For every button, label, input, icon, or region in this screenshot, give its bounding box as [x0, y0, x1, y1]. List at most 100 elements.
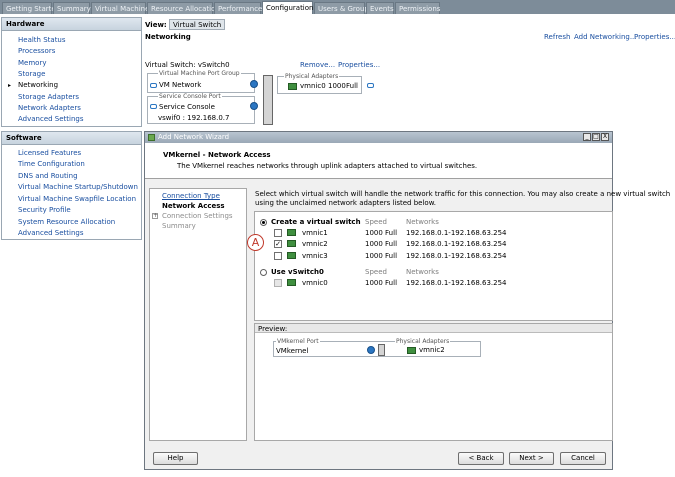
tab-configuration[interactable]: Configuration — [262, 1, 313, 14]
sw-system-resource[interactable]: System Resource Allocation — [18, 218, 115, 226]
preview-phys-label: Physical Adapters — [395, 338, 451, 345]
col-networks-create: Networks — [406, 218, 439, 226]
sc-comment-icon — [150, 104, 157, 109]
vswitch-label: Virtual Switch: vSwitch0 — [145, 61, 230, 69]
instructions-line2: using the unclaimed network adapters lis… — [255, 199, 437, 207]
sw-licensed-features[interactable]: Licensed Features — [18, 149, 81, 157]
add-networking-link[interactable]: Add Networking... — [574, 33, 637, 41]
create-vswitch-label[interactable]: Create a virtual switch — [271, 218, 361, 226]
tab-permissions[interactable]: Permissions — [395, 2, 440, 14]
vmnic2-icon — [287, 240, 296, 247]
wizard-header-sub: The VMkernel reaches networks through up… — [177, 162, 478, 170]
vswitch-bar — [263, 75, 273, 125]
help-button[interactable]: Help — [153, 452, 198, 465]
software-title: Software — [2, 132, 141, 145]
vm-port-group-box[interactable]: Virtual Machine Port Group VM Network — [147, 70, 258, 93]
refresh-link[interactable]: Refresh — [544, 33, 570, 41]
view-label: View: — [145, 21, 167, 29]
col-speed-use: Speed — [365, 268, 387, 276]
col-speed-create: Speed — [365, 218, 387, 226]
hw-health-status[interactable]: Health Status — [18, 36, 66, 44]
close-button[interactable]: X — [601, 133, 609, 141]
preview-vmnic: vmnic2 — [419, 346, 445, 354]
vm-comment-icon — [150, 83, 157, 88]
create-vswitch-radio[interactable] — [260, 219, 267, 226]
vmnic2-speed: 1000 Full — [365, 240, 398, 248]
use-vswitch0-radio[interactable] — [260, 269, 267, 276]
tab-users-groups[interactable]: Users & Groups — [314, 2, 372, 14]
selected-arrow-icon: ▸ — [8, 82, 12, 89]
next-button[interactable]: Next > — [509, 452, 554, 465]
vmnic0-name: vmnic0 — [302, 279, 328, 287]
wizard-header: VMkernel - Network Access The VMkernel r… — [145, 143, 612, 179]
service-console-box[interactable]: Service Console Port Service Console vsw… — [147, 93, 258, 124]
vswif-label: vswif0 : 192.168.0.7 — [158, 114, 230, 122]
adapter-comment-icon — [367, 83, 374, 88]
wizard-steps-panel: Connection Type Network Access + Connect… — [149, 188, 247, 441]
cancel-button[interactable]: Cancel — [560, 452, 606, 465]
wizard-title-bar[interactable]: Add Network Wizard _ □ X — [145, 132, 612, 143]
hardware-title: Hardware — [2, 18, 141, 31]
tab-bar: Getting Started Summary Virtual Machines… — [0, 0, 675, 14]
vmnic0-duplex: Full — [346, 82, 358, 90]
minimize-button[interactable]: _ — [583, 133, 591, 141]
hw-networking[interactable]: Networking — [18, 81, 58, 89]
vm-network-label: VM Network — [159, 81, 202, 89]
sw-time-configuration[interactable]: Time Configuration — [18, 160, 85, 168]
vmnic0-list-speed: 1000 Full — [365, 279, 398, 287]
tab-events[interactable]: Events — [366, 2, 394, 14]
vswitch-properties-link[interactable]: Properties... — [338, 61, 380, 69]
sw-vm-swapfile[interactable]: Virtual Machine Swapfile Location — [18, 195, 136, 203]
use-vswitch0-label[interactable]: Use vSwitch0 — [271, 268, 324, 276]
col-networks-use: Networks — [406, 268, 439, 276]
preview-label: Preview: — [258, 325, 288, 333]
vmnic0-icon — [288, 83, 297, 90]
sw-security-profile[interactable]: Security Profile — [18, 206, 71, 214]
vmnic3-checkbox[interactable] — [274, 252, 282, 260]
sw-vm-startup[interactable]: Virtual Machine Startup/Shutdown — [18, 183, 138, 191]
step-network-access: Network Access — [162, 202, 225, 210]
properties-link-top[interactable]: Properties... — [634, 33, 675, 41]
tab-performance[interactable]: Performance — [214, 2, 262, 14]
vmnic1-speed: 1000 Full — [365, 229, 398, 237]
physical-adapters-box[interactable]: Physical Adapters vmnic0 1000 Full — [277, 73, 362, 94]
view-virtual-switch-button[interactable]: Virtual Switch — [169, 19, 226, 30]
sw-dns-routing[interactable]: DNS and Routing — [18, 172, 78, 180]
sw-advanced-settings[interactable]: Advanced Settings — [18, 229, 84, 237]
tab-getting-started[interactable]: Getting Started — [2, 2, 60, 14]
hw-processors[interactable]: Processors — [18, 47, 55, 55]
preview-port-label: VMkernel Port — [276, 338, 320, 345]
hw-network-adapters[interactable]: Network Adapters — [18, 104, 81, 112]
vmnic2-checkbox[interactable]: ✓ — [274, 240, 282, 248]
expand-plus-icon[interactable]: + — [152, 213, 158, 219]
hw-memory[interactable]: Memory — [18, 59, 46, 67]
step-connection-settings: Connection Settings — [162, 212, 233, 220]
sc-port-label: Service Console Port — [158, 93, 222, 100]
hw-advanced-settings[interactable]: Advanced Settings — [18, 115, 84, 123]
back-button[interactable]: < Back — [458, 452, 504, 465]
tab-virtual-machines[interactable]: Virtual Machines — [91, 2, 153, 14]
vmnic0-label: vmnic0 — [300, 82, 326, 90]
maximize-button[interactable]: □ — [592, 133, 600, 141]
instructions-line1: Select which virtual switch will handle … — [255, 190, 671, 198]
add-network-wizard: Add Network Wizard _ □ X VMkernel - Netw… — [144, 131, 670, 470]
tab-summary[interactable]: Summary — [53, 2, 91, 14]
tab-resource-allocation[interactable]: Resource Allocation — [147, 2, 220, 14]
hw-storage[interactable]: Storage — [18, 70, 45, 78]
networking-title: Networking — [145, 33, 191, 41]
preview-switch-bar — [378, 344, 385, 356]
vmnic3-speed: 1000 Full — [365, 252, 398, 260]
sc-port-globe-icon — [250, 102, 258, 110]
vmnic0-list-icon — [287, 279, 296, 286]
step-connection-type[interactable]: Connection Type — [162, 192, 220, 200]
preview-panel: Preview: VMkernel Port VMkernel Physical… — [254, 323, 613, 441]
vmnic3-icon — [287, 252, 296, 259]
vmnic3-name: vmnic3 — [302, 252, 328, 260]
hw-storage-adapters[interactable]: Storage Adapters — [18, 93, 79, 101]
preview-diagram: VMkernel Port VMkernel Physical Adapters… — [273, 338, 481, 357]
vmnic1-checkbox[interactable] — [274, 229, 282, 237]
remove-link[interactable]: Remove... — [300, 61, 335, 69]
vmnic0-list-networks: 192.168.0.1-192.168.63.254 — [406, 279, 507, 287]
vmnic2-name: vmnic2 — [302, 240, 328, 248]
vswitch-selection-list: Create a virtual switch Speed Networks v… — [254, 211, 613, 321]
